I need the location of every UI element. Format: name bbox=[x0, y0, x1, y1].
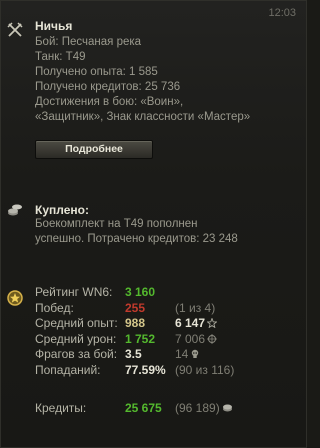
credits-extra-text: (96 189) bbox=[175, 401, 220, 415]
wins-extra: (1 из 4) bbox=[175, 300, 216, 315]
hits-value: 77.59% bbox=[125, 362, 166, 377]
purchase-line: успешно. Потрачено кредитов: 23 248 bbox=[35, 233, 238, 245]
stat-label: Фрагов за бой: bbox=[35, 347, 118, 361]
credits-row: Кредиты: 25 675 (96 189) bbox=[35, 401, 295, 417]
stat-label: Попаданий: bbox=[35, 362, 101, 377]
hits-extra: (90 из 116) bbox=[175, 362, 235, 377]
crossed-swords-icon bbox=[7, 22, 23, 37]
avg-dmg-extra: 7 006 bbox=[175, 331, 218, 346]
stat-label: Побед: bbox=[35, 300, 74, 315]
details-button[interactable]: Подробнее bbox=[35, 140, 153, 159]
rating-medal-icon bbox=[7, 290, 23, 306]
target-icon bbox=[207, 333, 218, 344]
purchase-title: Куплено: bbox=[35, 203, 89, 217]
battle-credits-line: Получено кредитов: 25 736 bbox=[35, 81, 181, 93]
avg-xp-extra: 6 147 bbox=[175, 316, 218, 330]
battle-details-text: Бой: Песчаная река Танк: T49 Получено оп… bbox=[35, 35, 250, 125]
credits-value: 25 675 bbox=[125, 401, 162, 415]
avg-dmg-value: 1 752 bbox=[125, 331, 156, 346]
purchase-line: Боекомплект на T49 пополнен bbox=[35, 218, 198, 230]
battle-achievements-line: Достижения в бою: «Воин», bbox=[35, 96, 184, 108]
avg-dmg-extra-text: 7 006 bbox=[175, 331, 206, 346]
timestamp: 12:03 bbox=[268, 7, 296, 19]
purchase-text: Боекомплект на T49 пополнен успешно. Пот… bbox=[35, 217, 238, 247]
skull-icon bbox=[192, 349, 199, 358]
stat-label: Средний урон: bbox=[35, 331, 117, 346]
battle-map-line: Бой: Песчаная река bbox=[35, 36, 142, 48]
wn6-value: 3 160 bbox=[125, 285, 156, 299]
avg-xp-value: 988 bbox=[125, 316, 146, 330]
notification-panel: 12:03 Ничья Бой: Песчаная река Танк: T49… bbox=[0, 0, 307, 448]
battle-achievements-line-2: «Защитник», Знак классности «Мастер» bbox=[35, 111, 251, 123]
frags-extra: 14 bbox=[175, 347, 200, 361]
stat-label: Рейтинг WN6: bbox=[35, 285, 113, 299]
wins-value: 255 bbox=[125, 300, 146, 315]
stat-label: Средний опыт: bbox=[35, 316, 118, 330]
coin-icon bbox=[222, 404, 232, 412]
star-icon bbox=[207, 318, 218, 328]
battle-tank-line: Танк: T49 bbox=[35, 51, 86, 63]
coins-icon bbox=[8, 204, 22, 216]
frags-extra-text: 14 bbox=[175, 347, 189, 361]
battle-result-title: Ничья bbox=[35, 19, 73, 33]
frags-value: 3.5 bbox=[125, 347, 142, 361]
battle-xp-line: Получено опыта: 1 585 bbox=[35, 66, 158, 78]
credits-extra: (96 189) bbox=[175, 401, 233, 415]
credits-label: Кредиты: bbox=[35, 401, 87, 415]
avg-xp-extra-text: 6 147 bbox=[175, 316, 206, 330]
